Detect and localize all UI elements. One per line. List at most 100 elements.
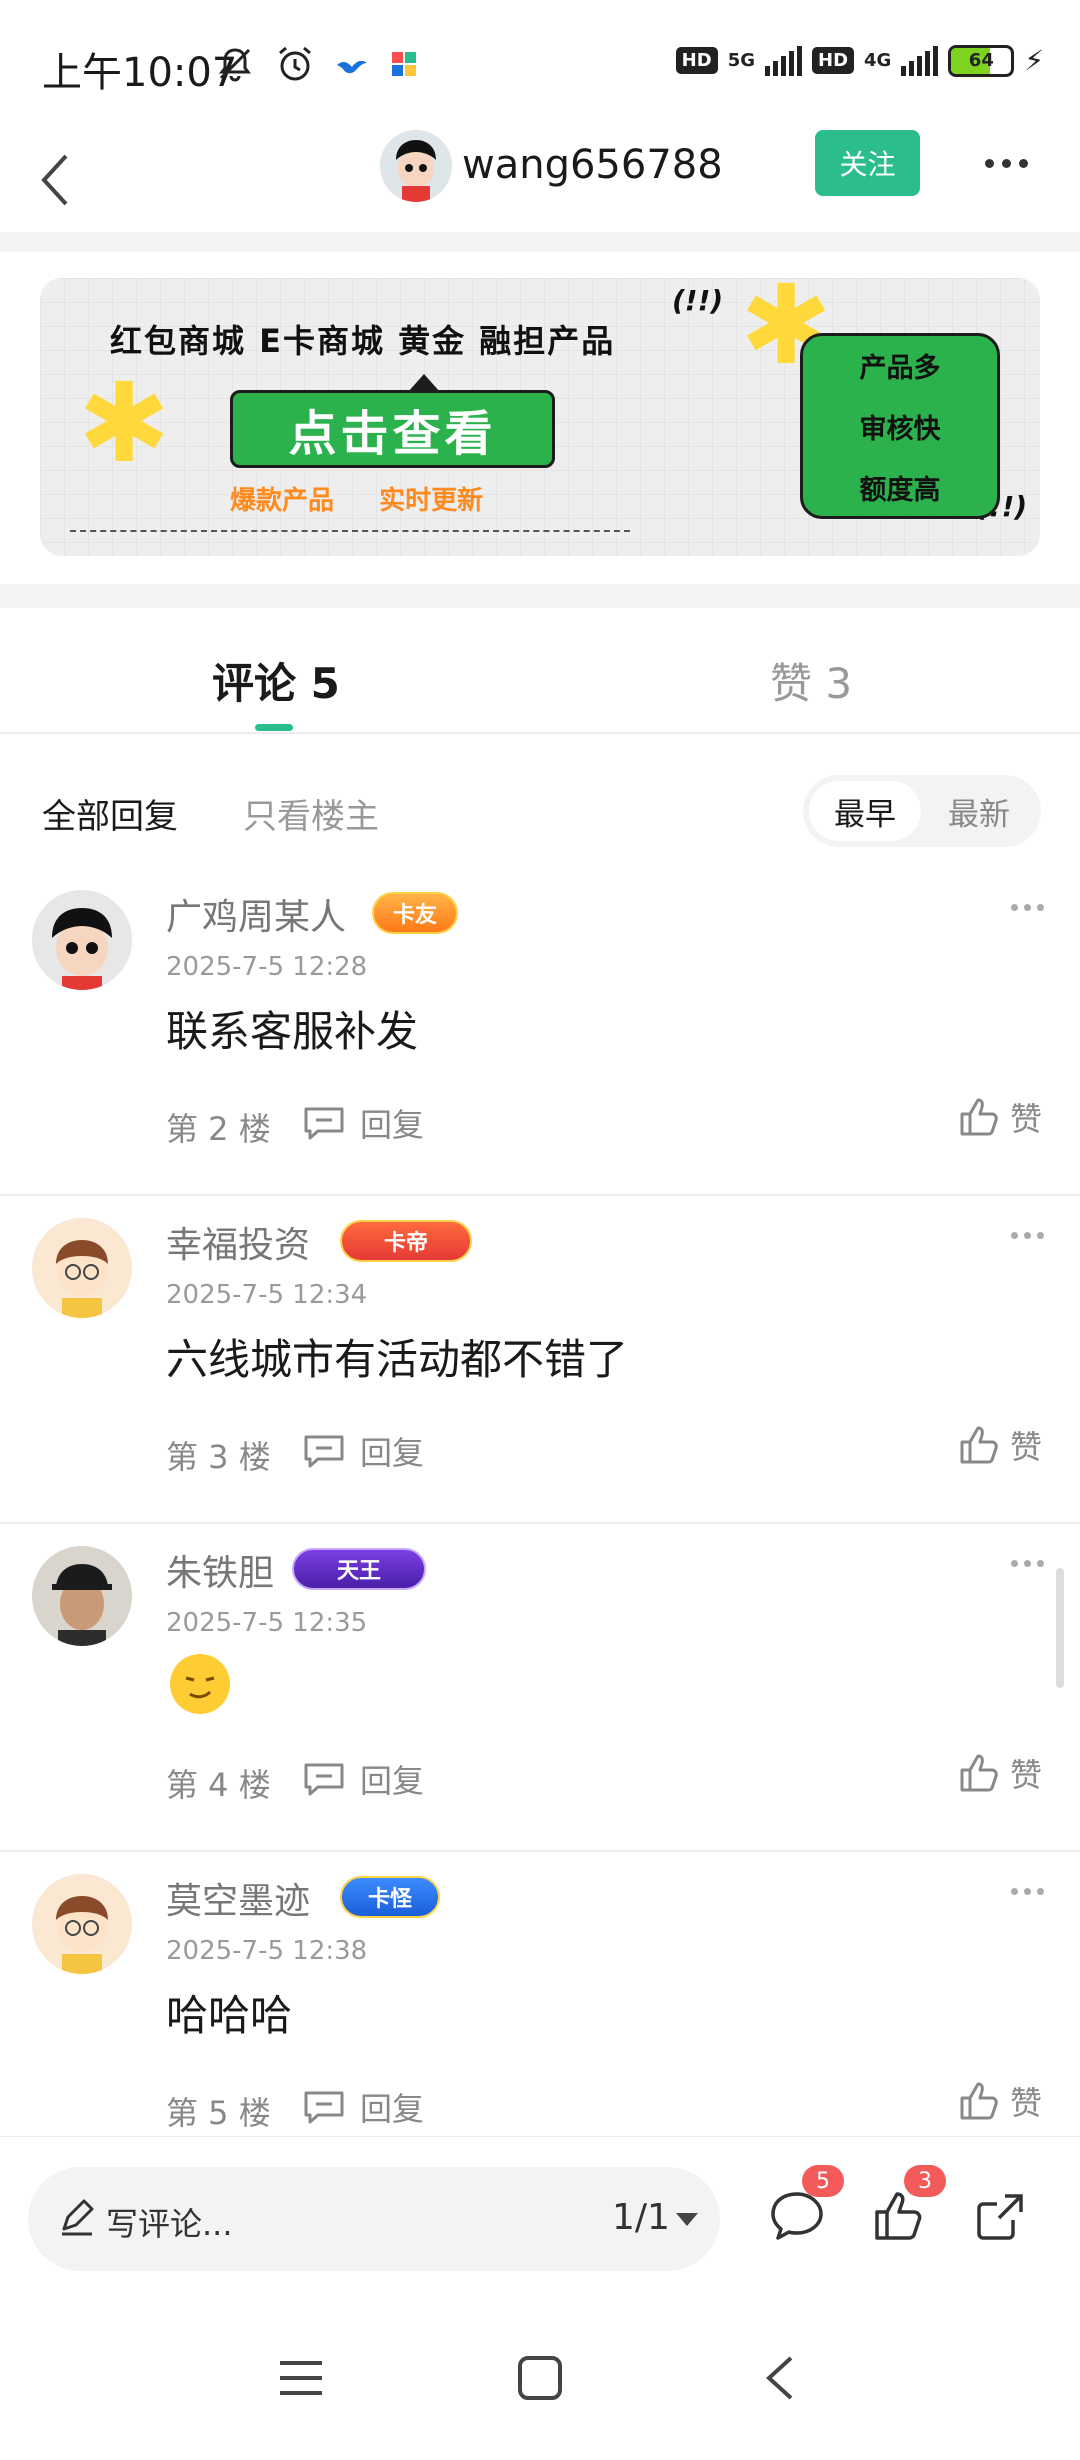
banner-feature: 审核快 — [859, 413, 941, 445]
signal-bars-1-icon — [765, 45, 802, 76]
follow-button[interactable]: 关注 — [815, 130, 920, 196]
banner-sub-1: 爆款产品 — [230, 486, 335, 516]
bird-app-icon — [337, 60, 367, 74]
reply-button[interactable]: 回复 — [302, 1428, 424, 1474]
comment-floor: 第 3 楼 — [166, 1438, 271, 1476]
banner-cta-button[interactable]: 点击查看 — [230, 390, 555, 468]
comment-item: 朱铁胆 天王 2025-7-5 12:35 第 4 楼 回复 赞 — [0, 1524, 1080, 1852]
comment-more-button[interactable] — [1011, 904, 1044, 911]
divider-band-2 — [0, 584, 1080, 608]
banner-subtitle: 爆款产品 实时更新 — [230, 480, 519, 517]
commenter-avatar[interactable] — [32, 1874, 132, 1974]
reply-button[interactable]: 回复 — [302, 1756, 424, 1802]
reply-bubble-icon — [304, 1763, 344, 1796]
comment-text: 哈哈哈 — [166, 1991, 293, 2040]
reply-label: 回复 — [360, 1434, 425, 1472]
thumbs-up-icon — [960, 1754, 998, 1792]
banner-feature: 额度高 — [859, 474, 941, 506]
banner-feature-box: 产品多 审核快 额度高 — [800, 333, 1000, 519]
commenter-name[interactable]: 莫空墨迹 — [166, 1872, 310, 1924]
author-username[interactable]: wang656788 — [462, 142, 723, 188]
back-button[interactable] — [20, 140, 90, 220]
like-label: 赞 — [1010, 1756, 1043, 1794]
reply-bubble-icon — [304, 2091, 344, 2124]
filter-row: 全部回复 只看楼主 最早 最新 — [0, 775, 1080, 851]
comment-time: 2025-7-5 12:28 — [166, 952, 368, 982]
sort-earliest[interactable]: 最早 — [809, 781, 921, 841]
comment-count-badge: 5 — [802, 2165, 844, 2197]
nav-menu-button[interactable] — [261, 2338, 341, 2418]
level-badge: 天王 — [292, 1548, 426, 1590]
reply-label: 回复 — [360, 1106, 425, 1144]
system-nav-bar — [0, 2298, 1080, 2460]
banner-categories: 红包商城 E卡商城 黄金 融担产品 — [110, 322, 616, 360]
share-button[interactable] — [966, 2181, 1036, 2251]
divider-band-1 — [0, 232, 1080, 252]
commenter-name[interactable]: 朱铁胆 — [166, 1544, 274, 1596]
banner-dashed-line — [70, 530, 630, 532]
like-button[interactable]: 赞 — [958, 1094, 1042, 1140]
comment-more-button[interactable] — [1011, 1560, 1044, 1567]
tab-comments[interactable]: 评论 5 — [212, 650, 340, 711]
hd-badge-1: HD — [675, 47, 718, 74]
comment-more-button[interactable] — [1011, 1888, 1044, 1895]
menu-icon — [280, 2361, 322, 2395]
level-badge: 卡友 — [372, 892, 458, 934]
comments-button[interactable]: 5 — [762, 2165, 844, 2251]
tab-bar: 评论 5 赞 3 — [0, 608, 1080, 734]
commenter-avatar[interactable] — [32, 1218, 132, 1318]
commenter-avatar[interactable] — [32, 890, 132, 990]
sort-toggle: 最早 最新 — [803, 775, 1041, 847]
comment-item: 幸福投资 卡帝 2025-7-5 12:34 六线城市有活动都不错了 第 3 楼… — [0, 1196, 1080, 1524]
comment-bubble-icon — [771, 2192, 823, 2240]
filter-only-op[interactable]: 只看楼主 — [243, 789, 379, 838]
comment-time: 2025-7-5 12:35 — [166, 1608, 368, 1638]
like-button[interactable]: 赞 — [958, 1422, 1042, 1468]
reply-bubble-icon — [304, 1107, 344, 1140]
signal-bars-2-icon — [901, 45, 939, 76]
sort-newest[interactable]: 最新 — [923, 781, 1035, 841]
author-avatar[interactable] — [380, 130, 452, 202]
tab-indicator — [255, 724, 293, 731]
commenter-avatar[interactable] — [32, 1546, 132, 1646]
like-label: 赞 — [1010, 2084, 1043, 2122]
charging-icon: ⚡ — [1024, 44, 1044, 77]
battery-level: 64 — [968, 50, 994, 71]
caret-down-icon[interactable] — [676, 2213, 698, 2226]
comment-more-button[interactable] — [1011, 1232, 1044, 1239]
like-button[interactable]: 赞 — [958, 1750, 1042, 1796]
reply-button[interactable]: 回复 — [302, 1100, 424, 1146]
level-badge: 卡帝 — [340, 1220, 472, 1262]
like-post-button[interactable]: 3 — [864, 2165, 946, 2251]
like-button[interactable]: 赞 — [958, 2078, 1042, 2124]
comment-floor: 第 4 楼 — [166, 1766, 271, 1804]
more-options-button[interactable] — [985, 148, 1045, 178]
thumbs-up-icon — [875, 2192, 922, 2240]
network-type-2: 4G — [864, 49, 892, 71]
thumbs-up-icon — [960, 1098, 998, 1136]
commenter-name[interactable]: 幸福投资 — [166, 1216, 310, 1268]
commenter-name[interactable]: 广鸡周某人 — [166, 888, 346, 940]
thumbs-up-icon — [960, 2082, 998, 2120]
comment-time: 2025-7-5 12:38 — [166, 1936, 368, 1966]
battery-icon: 64 — [948, 44, 1015, 77]
page-indicator[interactable]: 1/1 — [612, 2197, 670, 2238]
nav-home-button[interactable] — [500, 2338, 580, 2418]
level-badge: 卡怪 — [340, 1876, 440, 1918]
ad-banner[interactable]: 红包商城 E卡商城 黄金 融担产品 ✱ ✱ (!!) (!!) 点击查看 爆款产… — [40, 278, 1040, 556]
status-bar: 上午10:07 HD 5G HD 4G 64 ⚡ — [0, 0, 1080, 130]
nav-back-button[interactable] — [740, 2338, 820, 2418]
reply-bubble-icon — [304, 1435, 344, 1468]
status-icons-right: HD 5G HD 4G 64 ⚡ — [675, 44, 1044, 77]
write-comment-input[interactable]: 写评论... 1/1 — [28, 2167, 720, 2271]
comment-floor: 第 2 楼 — [166, 1110, 271, 1148]
network-type-1: 5G — [727, 49, 755, 71]
tab-likes[interactable]: 赞 3 — [770, 650, 852, 711]
banner-feature: 产品多 — [859, 352, 941, 384]
comment-time: 2025-7-5 12:34 — [166, 1280, 368, 1310]
reply-label: 回复 — [360, 1762, 425, 1800]
scrollbar[interactable] — [1056, 1568, 1064, 1688]
filter-all-replies[interactable]: 全部回复 — [42, 789, 178, 838]
reply-button[interactable]: 回复 — [302, 2084, 424, 2130]
comment-action-bar: 写评论... 1/1 5 3 — [0, 2136, 1080, 2298]
